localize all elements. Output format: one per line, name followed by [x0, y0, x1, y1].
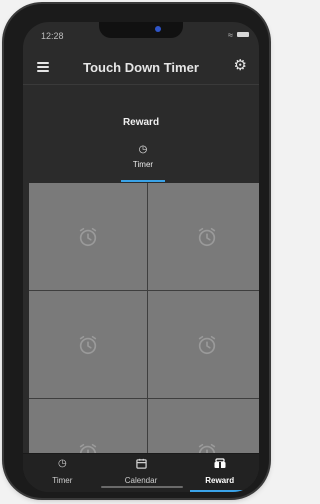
- reward-tile[interactable]: [148, 183, 259, 290]
- reward-tile[interactable]: [148, 291, 259, 398]
- reward-grid: [29, 183, 259, 453]
- alarm-clock-icon: [198, 227, 216, 246]
- screen: 12:28 ≈ Touch Down Timer ⚙ Reward ◷ Time…: [23, 22, 259, 492]
- alarm-clock-icon: [79, 335, 97, 354]
- reward-tile[interactable]: [29, 183, 147, 290]
- alarm-clock-icon: [198, 335, 216, 354]
- alarm-clock-icon: [79, 443, 97, 453]
- app-bar: Touch Down Timer ⚙: [23, 50, 259, 85]
- timer-icon: ◷: [57, 458, 67, 469]
- page-title: Reward: [122, 117, 160, 128]
- reward-tile[interactable]: [148, 399, 259, 453]
- phone-frame: 12:28 ≈ Touch Down Timer ⚙ Reward ◷ Time…: [4, 4, 269, 498]
- camera-dot: [155, 26, 161, 32]
- status-time: 12:28: [41, 31, 64, 41]
- nav-item-timer[interactable]: ◷ Timer: [23, 454, 102, 492]
- calendar-icon: [102, 458, 181, 470]
- tab-timer-label: Timer: [132, 160, 154, 169]
- wifi-icon: ≈: [228, 30, 233, 40]
- hamburger-menu-icon[interactable]: [37, 62, 49, 72]
- alarm-clock-icon: [198, 443, 216, 453]
- nav-label: Reward: [205, 476, 235, 485]
- nav-label: Calendar: [124, 476, 158, 485]
- nav-active-indicator: [190, 490, 250, 492]
- tab-timer[interactable]: ◷ Timer: [121, 144, 165, 182]
- nav-item-reward[interactable]: Reward: [180, 454, 259, 492]
- home-indicator: [101, 486, 183, 488]
- tab-active-indicator: [121, 180, 165, 182]
- app-title: Touch Down Timer: [83, 59, 199, 75]
- reward-tile[interactable]: [29, 291, 147, 398]
- gear-icon[interactable]: ⚙: [234, 58, 247, 74]
- notch: [99, 22, 183, 38]
- battery-icon: [237, 32, 249, 37]
- timer-icon: ◷: [138, 144, 148, 155]
- reward-icon: [180, 458, 259, 470]
- reward-tile[interactable]: [29, 399, 147, 453]
- alarm-clock-icon: [79, 227, 97, 246]
- nav-label: Timer: [52, 476, 73, 485]
